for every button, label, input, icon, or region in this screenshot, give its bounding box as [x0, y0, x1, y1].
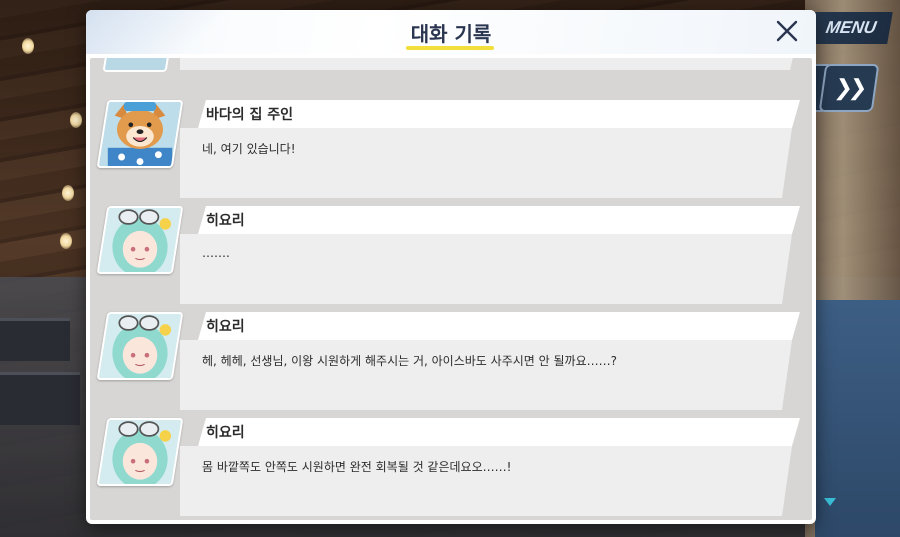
lamp	[60, 233, 72, 249]
message-body	[180, 234, 792, 304]
hiyori-avatar-icon	[98, 312, 182, 380]
lamp	[62, 185, 74, 201]
log-entry: 히요리 몸 바깥쪽도 안쪽도 시원하면 완전 회복될 것 같은데요오……!	[90, 418, 812, 520]
scroll-down-indicator-icon	[824, 498, 836, 506]
close-button[interactable]	[772, 16, 802, 46]
message-text: 몸 바깥쪽도 안쪽도 시원하면 완전 회복될 것 같은데요오……!	[202, 460, 512, 474]
speaker-name: 히요리	[206, 319, 245, 335]
speaker-name-bar	[198, 418, 800, 446]
message-text: 네, 여기 있습니다!	[202, 142, 296, 156]
lamp	[22, 38, 34, 54]
dialog-log-window: 대화 기록 바다의 집 주인 네, 여기 있습니다! 히요리 ……. 히요리 헤…	[86, 10, 816, 524]
portrait	[96, 100, 184, 168]
message-text: …….	[202, 246, 230, 260]
portrait	[96, 312, 184, 380]
dialog-header: 대화 기록	[86, 10, 816, 54]
speaker-name-bar	[198, 206, 800, 234]
menu-button[interactable]: MENU	[809, 12, 893, 44]
double-chevron-right-icon: ❯❯	[832, 75, 866, 101]
message-bubble: 히요리 헤, 헤헤, 선생님, 이왕 시원하게 해주시는 거, 아이스바도 사주…	[180, 312, 800, 410]
message-body	[180, 128, 792, 198]
message-bubble: 히요리 몸 바깥쪽도 안쪽도 시원하면 완전 회복될 것 같은데요오……!	[180, 418, 800, 516]
hiyori-avatar-icon	[98, 206, 182, 274]
speaker-name: 히요리	[206, 213, 245, 229]
previous-entry-bubble	[180, 58, 800, 70]
message-bubble: 히요리 …….	[180, 206, 800, 304]
portrait	[96, 418, 184, 486]
hiyori-avatar-icon	[98, 418, 182, 486]
lamp	[70, 112, 82, 128]
title-underline	[406, 46, 494, 50]
log-entry: 바다의 집 주인 네, 여기 있습니다!	[90, 100, 812, 206]
log-entry: 히요리 헤, 헤헤, 선생님, 이왕 시원하게 해주시는 거, 아이스바도 사주…	[90, 312, 812, 418]
speaker-name: 히요리	[206, 425, 245, 441]
portrait	[96, 206, 184, 274]
message-body	[180, 340, 792, 410]
dialog-log-list[interactable]: 바다의 집 주인 네, 여기 있습니다! 히요리 ……. 히요리 헤, 헤헤, …	[90, 58, 812, 520]
bench	[0, 318, 70, 361]
speaker-name: 바다의 집 주인	[206, 107, 294, 123]
speaker-name-bar	[198, 312, 800, 340]
bench	[0, 372, 80, 425]
dialog-title: 대화 기록	[410, 22, 492, 46]
message-body	[180, 446, 792, 516]
log-entry: 히요리 …….	[90, 206, 812, 312]
message-bubble: 바다의 집 주인 네, 여기 있습니다!	[180, 100, 800, 198]
close-x-icon	[776, 20, 798, 42]
fast-forward-button[interactable]: ❯❯	[818, 64, 880, 112]
shiba-dog-avatar-icon	[98, 100, 182, 168]
message-text: 헤, 헤헤, 선생님, 이왕 시원하게 해주시는 거, 아이스바도 사주시면 안…	[202, 354, 617, 368]
portrait	[102, 58, 174, 72]
